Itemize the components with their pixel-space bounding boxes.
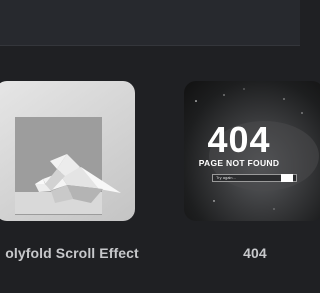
origami-bird-thumbnail: [15, 117, 121, 215]
top-bar: [0, 0, 300, 46]
card-polyfold-scroll-effect[interactable]: [0, 81, 135, 221]
thumb-404-search-button: [281, 174, 293, 182]
card-caption-polyfold[interactable]: olyfold Scroll Effect: [0, 245, 187, 261]
thumb-404-title: 404: [207, 119, 271, 160]
card-404-page[interactable]: 404 PAGE NOT FOUND Try again...: [184, 81, 320, 221]
thumb-404-subtitle: PAGE NOT FOUND: [198, 158, 280, 168]
card-caption-404[interactable]: 404: [205, 245, 305, 261]
